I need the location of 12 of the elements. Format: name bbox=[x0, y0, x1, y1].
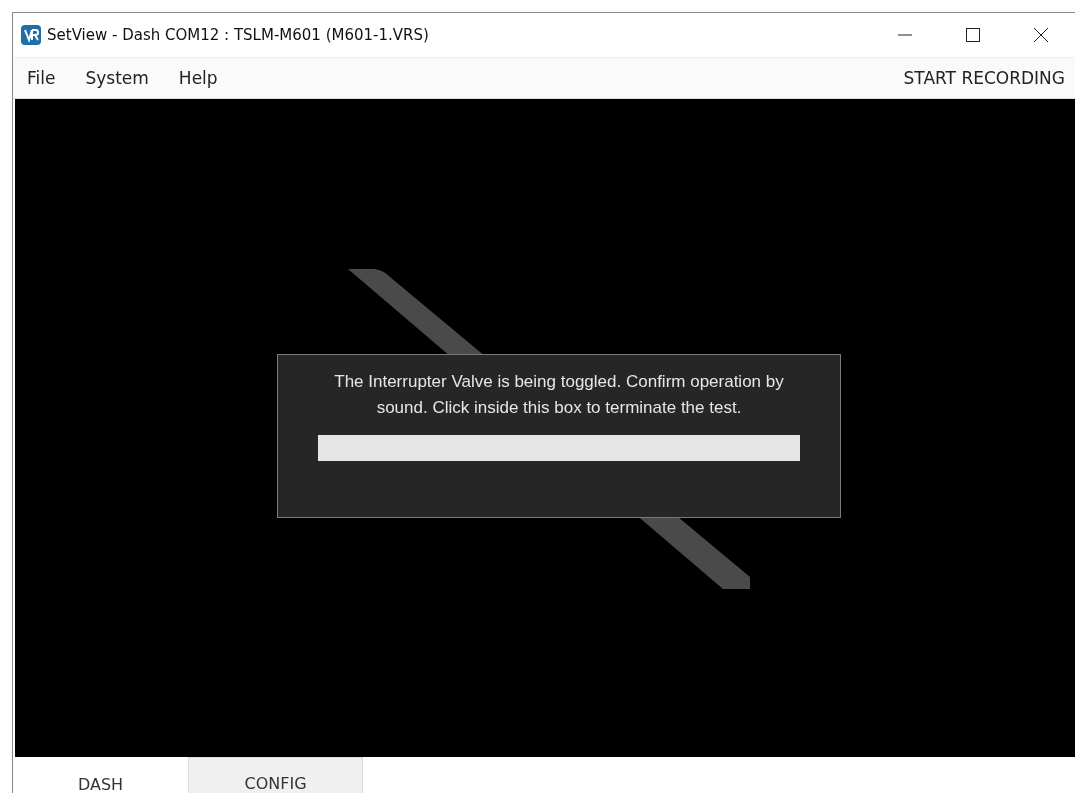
menu-item[interactable]: File bbox=[13, 68, 71, 88]
tab[interactable]: CONFIG bbox=[188, 757, 363, 793]
maximize-icon bbox=[966, 28, 980, 42]
test-dialog[interactable]: The Interrupter Valve is being toggled. Confirm operation by sound. Click inside this box to terminate the test. bbox=[277, 354, 841, 518]
window-title: SetView - Dash COM12 : TSLM-M601 (M601-1.VRS) bbox=[47, 26, 430, 44]
minimize-icon bbox=[898, 34, 912, 36]
menu-item[interactable]: System bbox=[70, 68, 164, 88]
menu-item[interactable]: Help bbox=[163, 68, 233, 88]
dialog-message: The Interrupter Valve is being toggled. Confirm operation by sound. Click inside this box to terminate the test. bbox=[333, 371, 785, 419]
start-recording-button[interactable]: START RECORDING bbox=[903, 68, 1075, 88]
app-logo-icon bbox=[21, 25, 41, 45]
close-icon bbox=[1034, 28, 1048, 42]
